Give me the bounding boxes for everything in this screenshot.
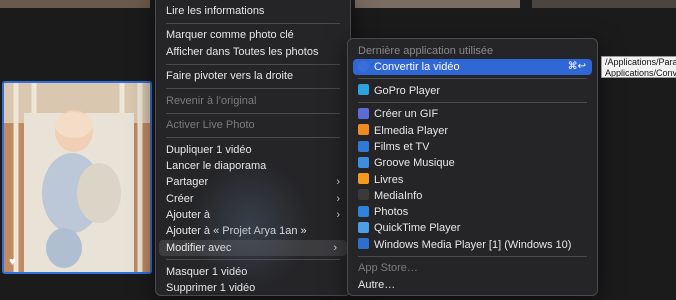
menu-item-elmedia-player[interactable]: Elmedia Player	[353, 123, 592, 139]
tooltip-line: Applications/Conve	[605, 68, 676, 78]
separator	[358, 102, 587, 104]
menu-item-label: Windows Media Player [1] (Windows 10)	[374, 238, 572, 251]
menu-item-revenir-a-l-original: Revenir à l’original	[156, 93, 350, 109]
separator	[166, 137, 340, 139]
thumbnail[interactable]	[532, 0, 676, 8]
menu-item-label: Convertir la vidéo	[374, 61, 460, 73]
path-tooltip: /Applications/Paral Applications/Conve	[601, 56, 676, 78]
thumbnail[interactable]	[0, 0, 150, 8]
separator	[166, 88, 340, 90]
wmp-icon	[358, 238, 369, 250]
menu-item-faire-pivoter-vers-la-droite[interactable]: Faire pivoter vers la droite	[156, 68, 350, 84]
elmedia-icon	[358, 124, 369, 136]
menu-item-groove-musique[interactable]: Groove Musique	[353, 155, 592, 171]
separator	[166, 22, 340, 24]
chevron-right-icon: ›	[336, 192, 340, 205]
menu-item-quicktime-player[interactable]: QuickTime Player	[353, 220, 592, 236]
menu-item-dupliquer-1-video[interactable]: Dupliquer 1 vidéo	[156, 142, 350, 158]
groove-icon	[358, 156, 369, 168]
menu-item-convertir-la-video[interactable]: Convertir la vidéo ⌘↩	[353, 59, 592, 76]
mediainfo-icon	[358, 189, 369, 201]
background-blur	[190, 160, 310, 290]
menu-item-creer-un-gif[interactable]: Créer un GIF	[353, 106, 592, 122]
menu-item-marquer-comme-photo-cle[interactable]: Marquer comme photo clé	[156, 27, 350, 43]
films-tv-icon	[358, 140, 369, 152]
quicktime-icon	[358, 222, 369, 234]
menu-item-label: Groove Musique	[374, 157, 455, 170]
menu-item-films-et-tv[interactable]: Films et TV	[353, 139, 592, 155]
favorite-heart-icon[interactable]: ♥	[9, 256, 16, 268]
open-with-submenu: Dernière application utilisée Convertir …	[347, 38, 598, 296]
menu-item-label: Activer Live Photo	[166, 119, 255, 132]
menu-item-label: Films et TV	[374, 140, 430, 153]
convert-video-icon	[358, 60, 369, 72]
menu-item-windows-media-player-1-windows-10[interactable]: Windows Media Player [1] (Windows 10)	[353, 237, 592, 253]
menu-item-livres[interactable]: Livres	[353, 172, 592, 188]
photos-icon	[358, 205, 369, 217]
menu-item-gopro-player[interactable]: GoPro Player	[353, 83, 592, 99]
menu-item-label: Créer un GIF	[374, 108, 439, 121]
separator	[166, 63, 340, 65]
menu-item-label: Lire les informations	[166, 5, 265, 17]
tooltip-line: /Applications/Paral	[605, 57, 676, 67]
thumbnail[interactable]	[355, 0, 520, 8]
chevron-right-icon: ›	[336, 208, 340, 221]
menu-item-autre[interactable]: Autre…	[353, 277, 592, 293]
menu-item-label: Photos	[374, 206, 409, 219]
gopro-icon	[358, 84, 369, 96]
menu-item-label: MediaInfo	[374, 189, 423, 202]
submenu-header: Dernière application utilisée	[358, 45, 494, 57]
menu-item-lire-les-informations[interactable]: Lire les informations	[156, 3, 350, 19]
menu-item-app-store: App Store…	[358, 262, 418, 275]
menu-item-photos[interactable]: Photos	[353, 204, 592, 220]
separator	[358, 78, 587, 80]
chevron-right-icon: ›	[333, 241, 337, 254]
gif-icon	[358, 107, 369, 119]
menu-item-afficher-dans-toutes-les-photos[interactable]: Afficher dans Toutes les photos	[156, 44, 350, 60]
menu-item-label: QuickTime Player	[374, 222, 461, 235]
menu-item-label: Revenir à l’original	[166, 94, 257, 107]
selected-video-thumbnail[interactable]: ♥	[2, 81, 152, 274]
shortcut-label: ⌘↩	[567, 61, 586, 72]
books-icon	[358, 173, 369, 185]
menu-item-label: Livres	[374, 173, 404, 186]
menu-item-label: Faire pivoter vers la droite	[166, 70, 294, 83]
baby-photo	[4, 83, 150, 272]
menu-item-mediainfo[interactable]: MediaInfo	[353, 188, 592, 204]
menu-item-activer-live-photo: Activer Live Photo	[156, 117, 350, 133]
separator	[358, 256, 587, 258]
menu-item-label: Elmedia Player	[374, 124, 448, 137]
menu-item-label: Dupliquer 1 vidéo	[166, 143, 252, 156]
separator	[166, 112, 340, 114]
menu-item-label: Afficher dans Toutes les photos	[166, 45, 319, 58]
menu-item-label: GoPro Player	[374, 84, 441, 97]
menu-item-label: Marquer comme photo clé	[166, 29, 294, 42]
chevron-right-icon: ›	[336, 176, 340, 189]
